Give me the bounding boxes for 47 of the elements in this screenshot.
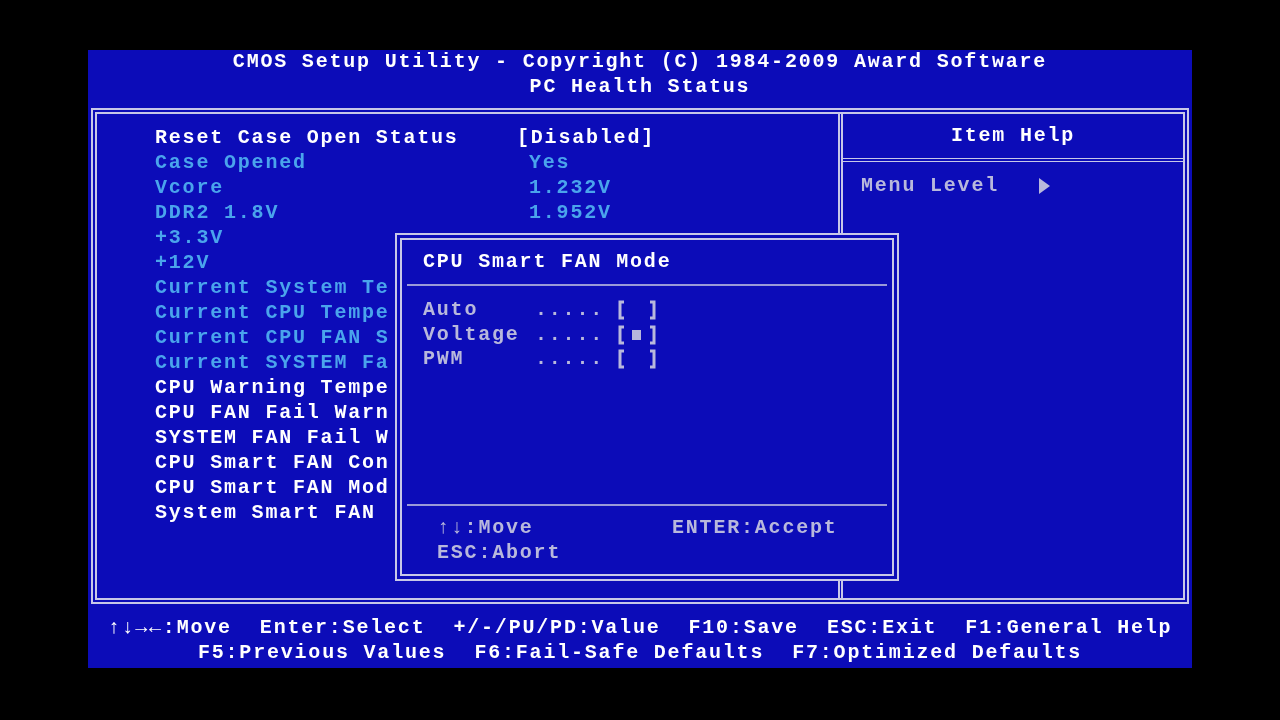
leader-dots: .....: [535, 298, 605, 323]
setting-label: +12V: [155, 251, 211, 274]
option-label[interactable]: Auto: [423, 298, 535, 323]
checkbox[interactable]: [617, 300, 657, 321]
checkbox[interactable]: [617, 324, 657, 345]
setting-label: Current CPU FAN S: [155, 326, 390, 349]
setting-label: Current System Te: [155, 276, 390, 299]
key-hint: Enter:Select: [259, 616, 426, 641]
leader-dots: .....: [535, 322, 605, 348]
key-hint: F10:Save: [688, 616, 799, 641]
key-hint: F6:Fail-Safe Defaults: [474, 640, 765, 666]
setting-value: Yes: [528, 151, 571, 176]
setting-label: Current CPU Tempe: [155, 301, 390, 324]
menu-level-label: Menu Level: [861, 174, 1000, 199]
key-hint: ESC:Exit: [826, 616, 938, 641]
setting-label: Case Opened: [155, 151, 307, 174]
key-hint: ↑↓→←:Move: [107, 616, 232, 641]
setting-label[interactable]: SYSTEM FAN Fail W: [155, 426, 390, 449]
help-title: Item Help: [950, 123, 1076, 149]
popup-title: CPU Smart FAN Mode: [423, 249, 672, 275]
setting-label[interactable]: System Smart FAN: [155, 501, 376, 524]
checkbox[interactable]: [617, 349, 657, 370]
setting-label[interactable]: CPU Smart FAN Mod: [155, 476, 390, 499]
key-hint: F5:Previous Values: [197, 640, 447, 666]
key-hint: ↑↓:Move: [437, 516, 535, 541]
setting-value[interactable]: [Disabled]: [517, 126, 656, 151]
setting-label[interactable]: Reset Case Open Status: [155, 126, 459, 149]
setting-label[interactable]: CPU Warning Tempe: [155, 376, 390, 399]
screen-subtitle: PC Health Status: [529, 74, 751, 100]
leader-dots: .....: [535, 347, 605, 372]
setting-label[interactable]: CPU FAN Fail Warn: [155, 401, 390, 424]
setting-label[interactable]: CPU Smart FAN Con: [155, 451, 390, 474]
key-hint: ESC:Abort: [437, 540, 563, 566]
setting-value: 1.232V: [528, 176, 612, 201]
right-triangle-icon: [1039, 178, 1051, 195]
setting-label: Vcore: [155, 176, 224, 199]
key-hint: F1:General Help: [965, 616, 1173, 641]
setting-label: Current SYSTEM Fa: [155, 351, 390, 374]
key-hint: F7:Optimized Defaults: [792, 640, 1083, 666]
key-hint: +/-/PU/PD:Value: [453, 616, 661, 641]
screen-title: CMOS Setup Utility - Copyright (C) 1984-2009 Award Software: [232, 50, 1048, 75]
key-hint: ENTER:Accept: [672, 516, 839, 541]
setting-label: DDR2 1.8V: [155, 201, 280, 224]
option-label[interactable]: Voltage: [423, 322, 535, 348]
setting-label: +3.3V: [155, 226, 224, 249]
option-label[interactable]: PWM: [423, 347, 535, 372]
setting-value: 1.952V: [528, 201, 612, 226]
